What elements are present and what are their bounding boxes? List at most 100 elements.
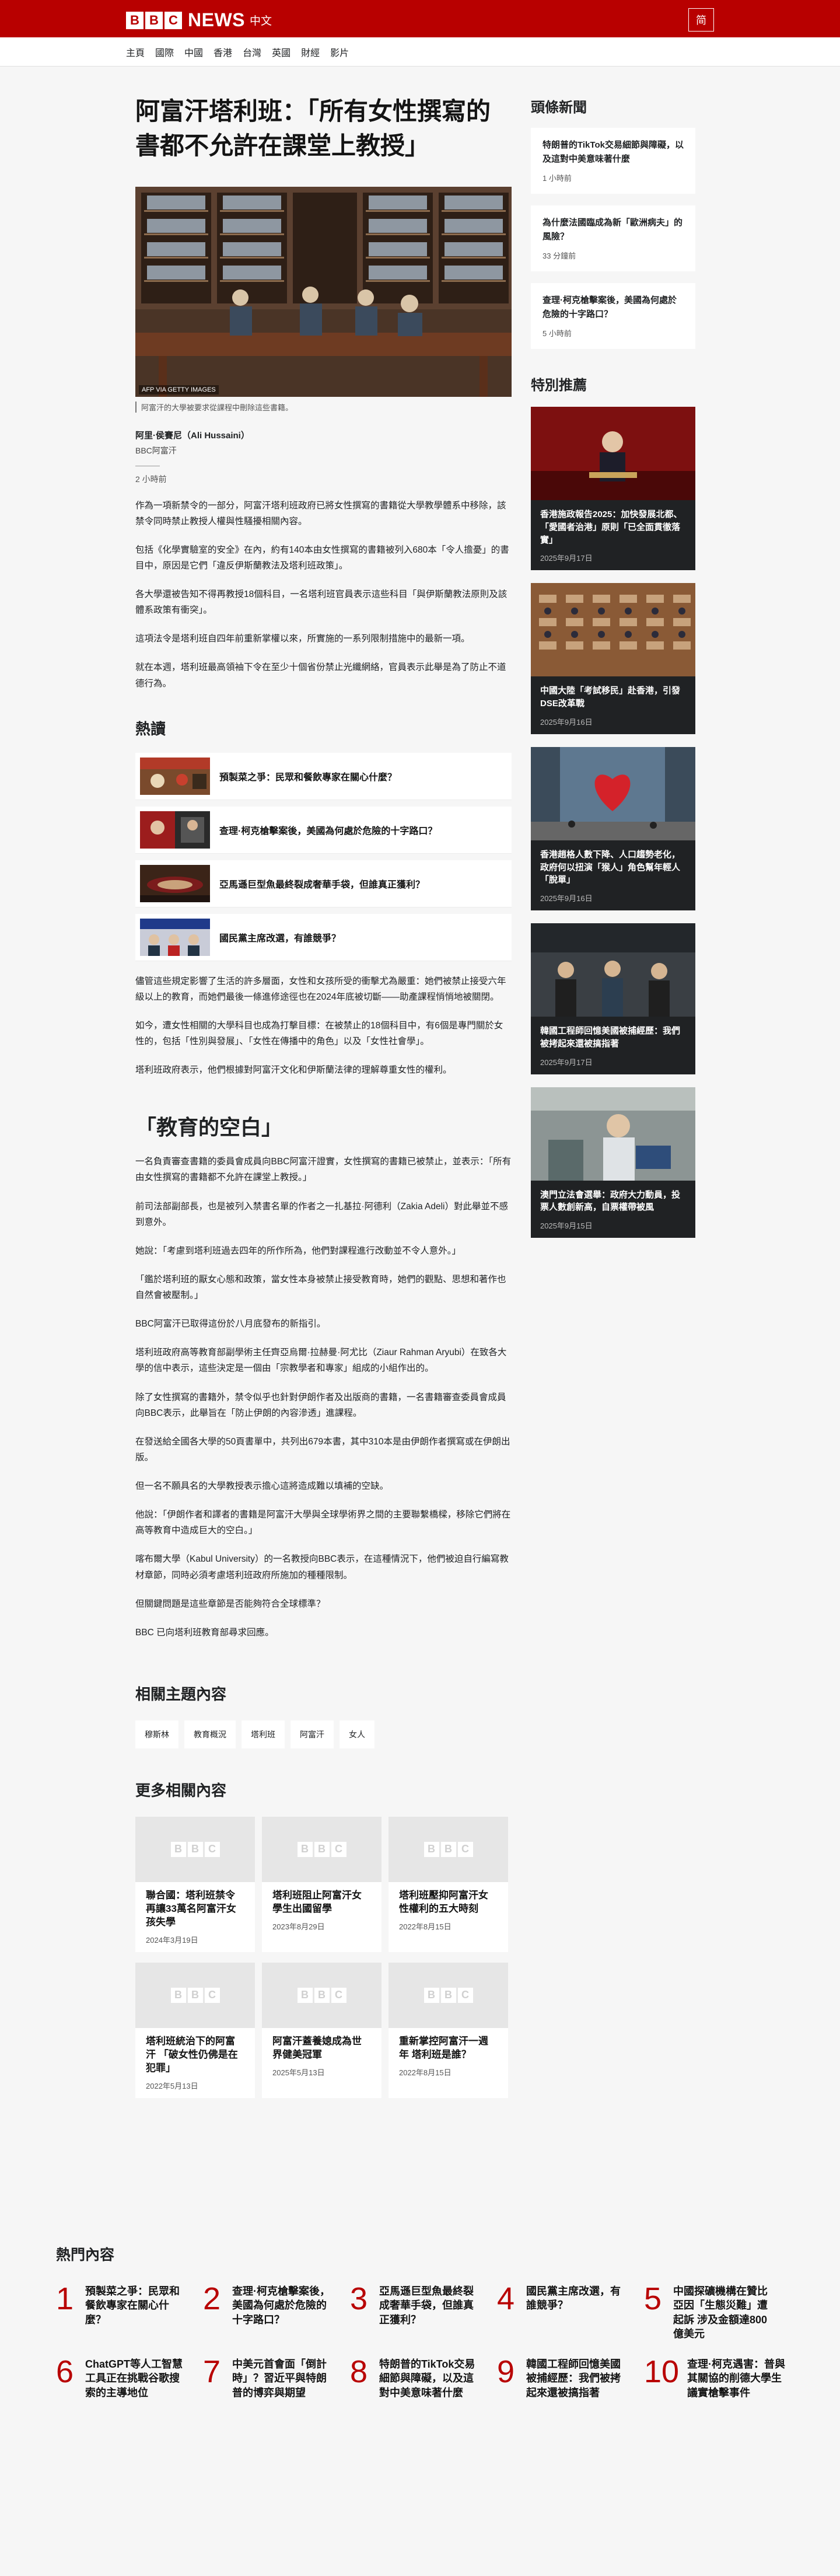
- top-story-time: 5 小時前: [542, 329, 572, 338]
- article-paragraph: 就在本週，塔利班最高領袖下令在至少十個省份禁止光纖網絡，官員表示此舉是為了防止不…: [135, 662, 506, 689]
- top-story-title: 查理·柯克槍擊案後，美國為何處於危險的十字路口？: [542, 295, 677, 319]
- nav-item-china[interactable]: 中國: [184, 45, 203, 59]
- topic-tag[interactable]: 教育概況: [184, 1720, 236, 1748]
- hot-reads-heading: 熱讀: [135, 720, 166, 738]
- related-story-card[interactable]: BBC 塔利班阻止阿富汗女學生出國留學 2023年8月29日: [262, 1816, 382, 1952]
- most-read-item[interactable]: 3 亞馬遜巨型魚最終裂成奢華手袋，但誰真正獲利？: [350, 2281, 497, 2341]
- author-name: 阿里·侯賽尼（Ali Hussaini）: [135, 430, 250, 441]
- featured-image: [531, 583, 695, 677]
- related-topics-heading: 相關主題內容: [135, 1685, 227, 1703]
- nav-item-taiwan[interactable]: 台灣: [243, 45, 261, 59]
- article-paragraph: 她說：「考慮到塔利班過去四年的所作所為，他們對課程進行改動並不令人意外。」: [135, 1245, 461, 1256]
- image-caption: 阿富汗的大學被要求從課程中刪除這些書籍。: [135, 401, 512, 413]
- nav-item-home[interactable]: 主頁: [126, 45, 145, 59]
- rank-number: 8: [350, 2354, 368, 2390]
- related-story-date: 2022年5月13日: [146, 2081, 198, 2090]
- rank-number: 6: [56, 2354, 74, 2390]
- featured-date: 2025年9月15日: [540, 1221, 593, 1230]
- topic-tag[interactable]: 阿富汗: [290, 1720, 334, 1748]
- article-paragraph: 如今，遭女性相關的大學科目也成為打擊目標：在被禁止的18個科目中，有6個是專門關…: [135, 1020, 503, 1047]
- related-story-title: 塔利班阻止阿富汗女學生出國留學: [272, 1889, 362, 1914]
- most-read-item[interactable]: 8 特朗普的TikTok交易細節與障礙，以及這對中美意味著什麼: [350, 2354, 497, 2400]
- placeholder-logo-icon: BBC: [135, 1962, 255, 2028]
- related-story-card[interactable]: BBC 重新掌控阿富汗一週年 塔利班是誰？ 2022年8月15日: [388, 1962, 508, 2098]
- most-read-heading: 熱門內容: [56, 2247, 115, 2263]
- most-read-item[interactable]: 5 中國探礦機構在贊比亞因「生態災難」遭起訴 涉及金額達800億美元: [644, 2283, 791, 2341]
- most-read-item[interactable]: 9 韓國工程師回憶美國被捕經歷：我們被拷起來還被搞指著: [497, 2356, 644, 2400]
- article-paragraph: 塔利班政府高等教育部副學術主任齊亞烏爾·拉赫曼·阿尤比（Ziaur Rahman…: [135, 1348, 507, 1374]
- hot-read-card[interactable]: 亞馬遜巨型魚最終裂成奢華手袋，但誰真正獲利？: [135, 860, 512, 907]
- top-story-card[interactable]: 查理·柯克槍擊案後，美國為何處於危險的十字路口？ 5 小時前: [531, 283, 695, 349]
- logo-block: C: [164, 11, 182, 29]
- related-story-date: 2022年8月15日: [399, 1922, 452, 1931]
- nav-item-finance[interactable]: 財經: [301, 45, 320, 59]
- related-story-card[interactable]: BBC 塔利班統治下的阿富汗 「破女性仍佛是在犯罪」 2022年5月13日: [135, 1962, 255, 2098]
- most-read-item[interactable]: 6 ChatGPT等人工智慧工具正在挑戰谷歌搜索的主導地位: [56, 2354, 203, 2400]
- most-read-item[interactable]: 4 國民黨主席改選，有誰競爭？: [497, 2283, 644, 2341]
- article-paragraph: 一名負責審查書籍的委員會成員向BBC阿富汗證實，女性撰寫的書籍已被禁止，並表示：…: [135, 1157, 512, 1183]
- featured-title: 中國大陸「考試移民」赴香港，引發DSE改革戰: [540, 686, 681, 708]
- featured-image: [531, 923, 695, 1017]
- hot-read-thumbnail: [140, 757, 210, 795]
- most-read-item[interactable]: 2 查理·柯克槍擊案後，美國為何處於危險的十字路口？: [203, 2283, 350, 2341]
- top-story-card[interactable]: 特朗普的TikTok交易細節與障礙，以及這對中美意味著什麼 1 小時前: [531, 128, 695, 194]
- article-paragraph: 「鑑於塔利班的厭女心態和政策，當女性本身被禁止接受教育時，她們的觀點、思想和著作…: [135, 1274, 506, 1301]
- most-read-item[interactable]: 1 預製菜之爭：民眾和餐飲專家在關心什麼？: [56, 2283, 203, 2341]
- featured-card[interactable]: 韓國工程師回憶美國被捕經歷：我們被拷起來還被搞指著 2025年9月17日: [531, 923, 695, 1074]
- topic-tag[interactable]: 穆斯林: [135, 1720, 178, 1748]
- related-story-card[interactable]: BBC 聯合國：塔利班禁令再讓33萬名阿富汗女孩失學 2024年3月19日: [135, 1816, 255, 1952]
- featured-date: 2025年9月16日: [540, 894, 593, 903]
- related-story-card[interactable]: BBC 塔利班壓抑阿富汗女性權利的五大時刻 2022年8月15日: [388, 1816, 508, 1952]
- article-paragraph: 在發送給全國各大學的50頁書單中，共列出679本書，其中310本是由伊朗作者撰寫…: [135, 1436, 510, 1462]
- nav-item-video[interactable]: 影片: [330, 45, 349, 59]
- article-paragraph: 但關鍵問題是這些章節是否能夠符合全球標準？: [135, 1598, 326, 1609]
- article-paragraph: 包括《化學實驗室的安全》在內，約有140本由女性撰寫的書籍被列入680本「令人擔…: [135, 544, 509, 571]
- related-story-date: 2022年8月15日: [399, 2068, 452, 2077]
- topic-tag[interactable]: 女人: [340, 1720, 374, 1748]
- simplified-chinese-toggle[interactable]: 简: [688, 8, 714, 32]
- most-read-title: 特朗普的TikTok交易細節與障礙，以及這對中美意味著什麼: [379, 2358, 475, 2399]
- placeholder-logo-icon: BBC: [388, 1962, 508, 2028]
- bbc-news-logo[interactable]: B B C NEWS 中文: [126, 9, 272, 31]
- placeholder-logo-icon: BBC: [388, 1816, 508, 1882]
- featured-card[interactable]: 香港施政報告2025：加快發展北都、「愛國者治港」原則「已全面貫徹落實」 202…: [531, 407, 695, 571]
- featured-image: [531, 1087, 695, 1181]
- hot-read-card[interactable]: 預製菜之爭：民眾和餐飲專家在關心什麼？: [135, 752, 512, 800]
- most-read-item[interactable]: 7 中美元首會面「倒計時」？習近平與特朗普的博弈與期望: [203, 2356, 350, 2400]
- top-story-title: 為什麼法國臨成為新「歐洲病夫」的風險？: [542, 218, 683, 242]
- hot-read-title: 查理·柯克槍擊案後，美國為何處於危險的十字路口？: [219, 826, 438, 836]
- top-story-title: 特朗普的TikTok交易細節與障礙，以及這對中美意味著什麼: [542, 140, 684, 164]
- hot-read-title: 國民黨主席改選，有誰競爭？: [219, 933, 341, 944]
- featured-card[interactable]: 香港趙格人數下降、人口趨勢老化，政府何以扭演「猴人」角色幫年輕人「脫單」 202…: [531, 746, 695, 910]
- featured-date: 2025年9月16日: [540, 717, 593, 727]
- article-paragraph: 各大學還被告知不得再教授18個科目，一名塔利班官員表示這些科目「與伊斯蘭教法原則…: [135, 589, 508, 616]
- hot-read-card[interactable]: 查理·柯克槍擊案後，美國為何處於危險的十字路口？: [135, 806, 512, 853]
- brand-chinese-text: 中文: [250, 15, 272, 27]
- most-read: 熱門內容 1 預製菜之爭：民眾和餐飲專家在關心什麼？ 2 查理·柯克槍擊案後，美…: [56, 2243, 785, 2400]
- nav-item-uk[interactable]: 英國: [272, 45, 290, 59]
- hot-reads-list: 預製菜之爭：民眾和餐飲專家在關心什麼？ 查理·柯克槍擊案後，美國為何處於危險的十…: [135, 752, 512, 961]
- hot-read-card[interactable]: 國民黨主席改選，有誰競爭？: [135, 913, 512, 961]
- related-story-card[interactable]: BBC 阿富汗蓋養媳成為世界健美冠軍 2025年5月13日: [262, 1962, 382, 2098]
- nav-item-international[interactable]: 國際: [155, 45, 174, 59]
- topic-tag[interactable]: 塔利班: [242, 1720, 285, 1748]
- featured-image: [531, 746, 695, 840]
- library-illustration: [135, 186, 512, 397]
- nav-item-hongkong[interactable]: 香港: [214, 45, 232, 59]
- most-read-title: ChatGPT等人工智慧工具正在挑戰谷歌搜索的主導地位: [85, 2358, 183, 2399]
- bbc-blocks-logo: B B C: [126, 11, 182, 29]
- main-nav: 主頁 國際 中國 香港 台灣 英國 財經 影片: [0, 37, 840, 67]
- most-read-item[interactable]: 10 查理·柯克遇害：普與其關協的削德大學生議實槍擊事件: [644, 2356, 791, 2400]
- top-story-time: 33 分鐘前: [542, 252, 576, 260]
- most-read-title: 查理·柯克遇害：普與其關協的削德大學生議實槍擊事件: [687, 2358, 785, 2399]
- featured-card[interactable]: 中國大陸「考試移民」赴香港，引發DSE改革戰 2025年9月16日: [531, 583, 695, 734]
- featured-card[interactable]: 澳門立法會選舉：政府大力動員，投票人數創新高，自票權帶被風 2025年9月15日: [531, 1087, 695, 1238]
- more-content-grid: BBC 聯合國：塔利班禁令再讓33萬名阿富汗女孩失學 2024年3月19日 BB…: [135, 1816, 512, 2098]
- rank-number: 3: [350, 2281, 368, 2316]
- article-paragraph: 儘管這些規定影響了生活的許多層面，女性和女孩所受的衝擊尤為嚴重：她們被禁止接受六…: [135, 976, 506, 1002]
- article-paragraph: 但一名不願具名的大學教授表示擔心這將造成難以填補的空缺。: [135, 1481, 389, 1492]
- hot-read-thumbnail: [140, 864, 210, 902]
- hot-read-title: 預製菜之爭：民眾和餐飲專家在關心什麼？: [219, 772, 397, 783]
- related-story-date: 2023年8月29日: [272, 1922, 325, 1931]
- top-story-card[interactable]: 為什麼法國臨成為新「歐洲病夫」的風險？ 33 分鐘前: [531, 205, 695, 271]
